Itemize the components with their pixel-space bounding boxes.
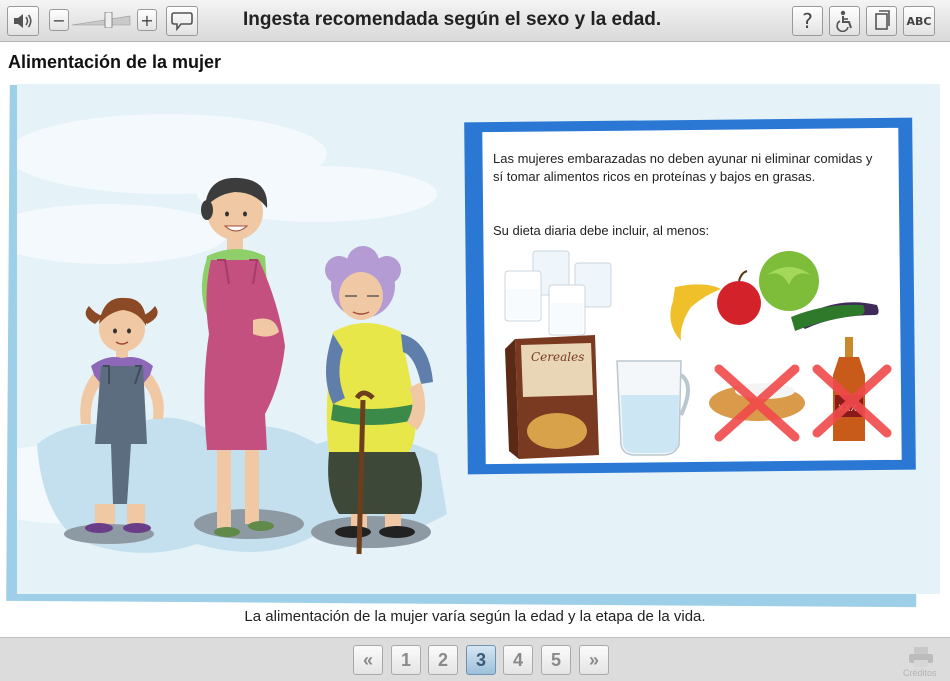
app-title: Ingesta recomendada según el sexo y la e… <box>243 9 662 30</box>
bottom-navigation-bar: « 1 2 3 4 5 » Créditos <box>0 637 950 681</box>
first-page-button[interactable]: « <box>353 645 383 675</box>
wheelchair-icon <box>835 10 852 32</box>
fruits-vegetables-image <box>670 251 879 341</box>
crossed-bottle-image: XXX <box>812 337 892 441</box>
print-label: Créditos <box>903 668 937 678</box>
zoom-slider[interactable] <box>71 11 132 29</box>
page-5-button[interactable]: 5 <box>541 645 571 675</box>
cereal-brand-text: Cereales <box>531 350 584 364</box>
page-3-button[interactable]: 3 <box>466 645 496 675</box>
double-chevron-right-icon: » <box>588 649 599 670</box>
milk-glasses-image <box>504 250 612 336</box>
page-title: Alimentación de la mujer <box>8 52 222 72</box>
printer-icon <box>909 647 933 667</box>
water-jug-image <box>616 360 690 456</box>
page-1-button[interactable]: 1 <box>391 645 421 675</box>
page-4-button[interactable]: 4 <box>503 645 533 675</box>
last-page-button[interactable]: » <box>579 645 609 675</box>
crossed-pastry-image <box>709 364 805 442</box>
audio-button[interactable] <box>7 6 39 36</box>
accessibility-button[interactable] <box>829 6 860 36</box>
speaker-icon <box>14 14 32 28</box>
subtitles-button[interactable] <box>166 6 198 36</box>
document-button[interactable] <box>866 6 897 36</box>
help-button[interactable]: ? <box>792 6 823 36</box>
zoom-slider-handle <box>104 11 113 29</box>
zoom-out-button[interactable]: − <box>49 9 69 31</box>
zoom-in-button[interactable]: + <box>137 9 157 31</box>
info-card-subheading: Su dieta diaria debe incluir, al menos: <box>493 223 710 238</box>
top-toolbar: − + Ingesta recomendada según el sexo y … <box>0 0 950 42</box>
document-icon <box>874 10 890 30</box>
glossary-button[interactable]: ABC <box>903 6 935 36</box>
info-card-paragraph: Las mujeres embarazadas no deben ayunar … <box>493 151 873 184</box>
help-icon: ? <box>802 9 813 33</box>
slide-caption: La alimentación de la mujer varía según … <box>244 608 706 625</box>
page-2-button[interactable]: 2 <box>428 645 458 675</box>
double-chevron-left-icon: « <box>362 649 373 670</box>
speech-bubble-icon <box>171 12 193 31</box>
cereal-box-image: Cereales <box>505 335 599 459</box>
grandmother-figure <box>325 246 433 555</box>
food-illustrations: Cereales XXX <box>504 250 892 459</box>
